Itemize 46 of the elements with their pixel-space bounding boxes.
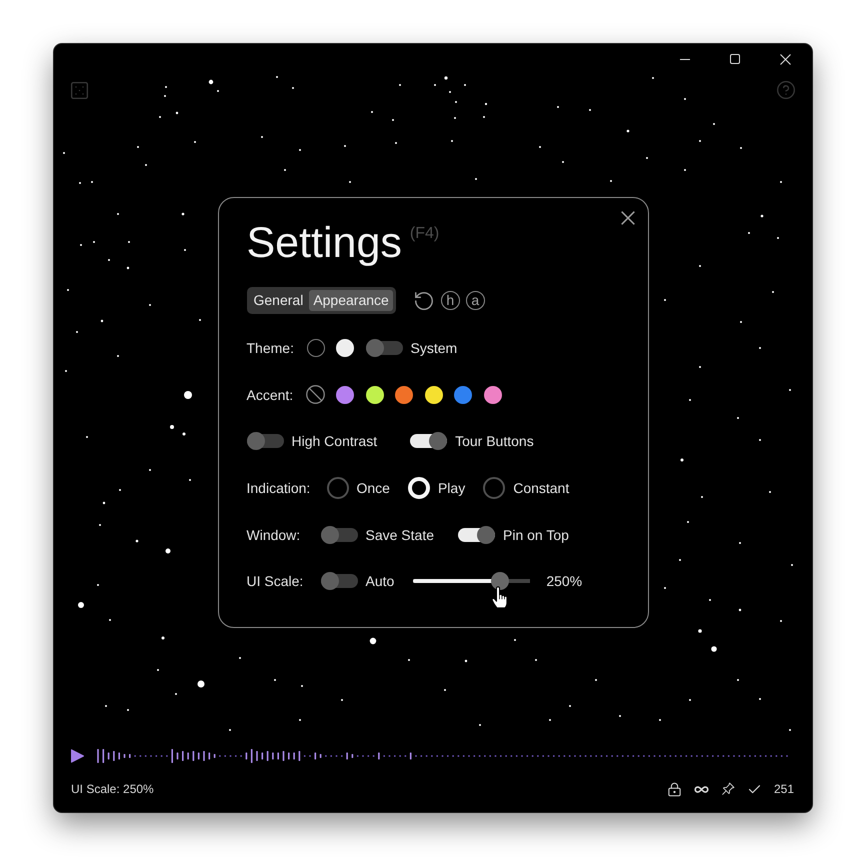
- circled-letter-button[interactable]: a: [466, 291, 485, 310]
- hand-cursor-icon: [491, 586, 508, 610]
- shortcut-hint: (F4): [410, 224, 440, 244]
- toggle-label: Save State: [366, 526, 434, 543]
- count-label: 251: [774, 782, 794, 796]
- pin-icon[interactable]: [720, 782, 735, 796]
- toggle-label: System: [410, 340, 458, 356]
- accent-swatch-icon[interactable]: [484, 386, 502, 404]
- settings-title: Settings: [246, 218, 402, 268]
- toggle-label: Pin on Top: [503, 526, 569, 543]
- no-color-icon[interactable]: [305, 384, 326, 406]
- slider-thumb[interactable]: [490, 572, 509, 590]
- toggle-switch[interactable]: [410, 432, 448, 450]
- theme-swatch-icon[interactable]: [306, 339, 324, 357]
- toggle-switch[interactable]: [366, 339, 402, 357]
- toggle-switch[interactable]: [320, 526, 358, 544]
- toggle-switch[interactable]: [246, 432, 284, 450]
- toggle-switch[interactable]: [458, 526, 495, 544]
- radio-label: Play: [438, 480, 466, 496]
- toggle-label: High Contrast: [292, 433, 378, 450]
- indication-label: Indication:: [246, 480, 312, 496]
- toggle-label: Auto: [366, 573, 394, 590]
- accent-swatch-icon[interactable]: [336, 386, 354, 404]
- window-label: Window:: [246, 526, 302, 543]
- close-icon[interactable]: [620, 211, 634, 225]
- radio-label: Constant: [513, 480, 570, 496]
- toggle-label: Tour Buttons: [455, 433, 534, 450]
- minimize-icon[interactable]: [680, 58, 690, 60]
- play-icon[interactable]: [71, 749, 84, 763]
- status-text: UI Scale: 250%: [71, 782, 154, 796]
- theme-label: Theme:: [246, 340, 295, 356]
- scale-reading: 250%: [546, 573, 582, 590]
- accent-swatch-icon[interactable]: [454, 386, 472, 404]
- lock-icon[interactable]: [666, 782, 682, 796]
- accent-label: Accent:: [246, 386, 294, 403]
- maximize-icon[interactable]: [730, 54, 740, 64]
- radio-label: Once: [356, 480, 390, 496]
- reset-icon[interactable]: [412, 290, 435, 312]
- circled-letter-button[interactable]: h: [440, 291, 460, 310]
- accent-swatch-icon[interactable]: [395, 386, 413, 404]
- ui-scale-label: UI Scale:: [246, 573, 304, 590]
- radio-button[interactable]: [483, 477, 506, 500]
- tab[interactable]: Appearance: [309, 290, 393, 311]
- tab[interactable]: General: [250, 290, 308, 311]
- toggle-switch[interactable]: [320, 572, 358, 590]
- radio-button[interactable]: [326, 477, 348, 500]
